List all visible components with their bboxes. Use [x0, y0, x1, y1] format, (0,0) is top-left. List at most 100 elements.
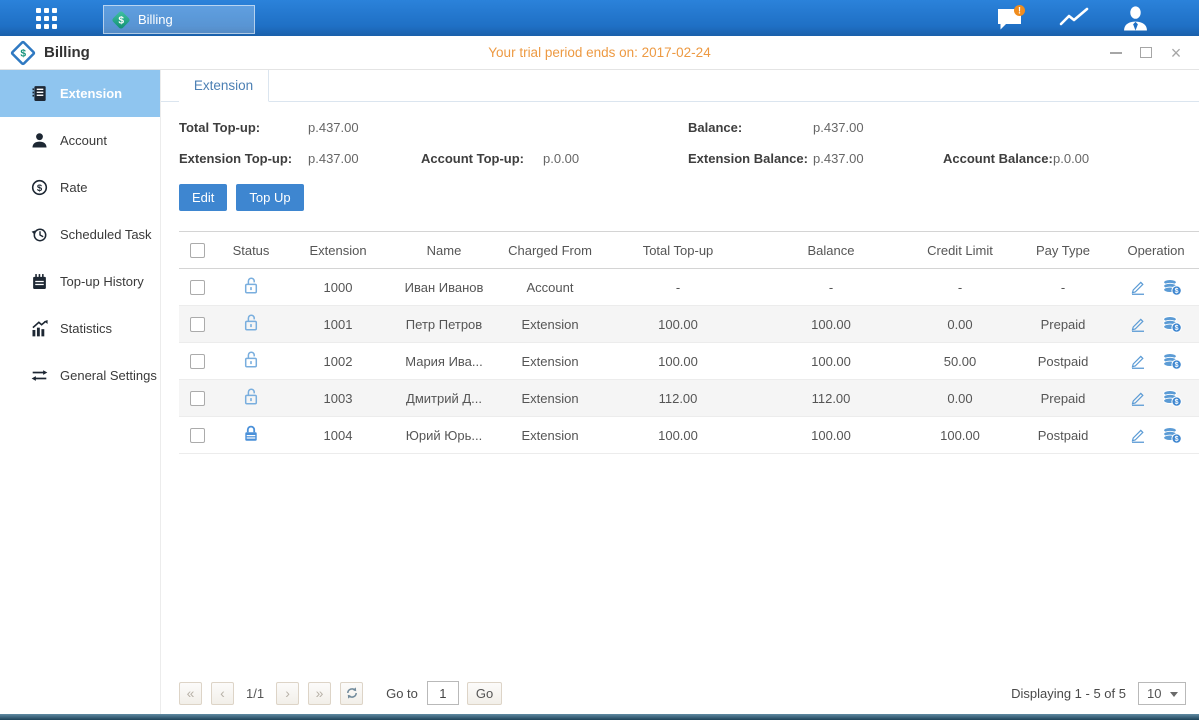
svg-text:$: $: [36, 183, 42, 194]
sidebar-item-rate[interactable]: $ Rate: [0, 164, 160, 211]
table-row: 1002 Мария Ива... Extension 100.00 100.0…: [179, 343, 1199, 380]
close-icon[interactable]: [1169, 46, 1183, 60]
svg-text:!: !: [1018, 5, 1021, 15]
edit-extension-icon[interactable]: [1130, 427, 1146, 444]
cell-name: Юрий Юрь...: [389, 417, 499, 454]
minimize-icon[interactable]: [1109, 46, 1123, 60]
topup-extension-icon[interactable]: $: [1162, 390, 1182, 407]
window-body: Extension Account $ Rate Scheduled Task …: [0, 70, 1199, 714]
sidebar-item-label: Statistics: [60, 321, 112, 336]
go-button[interactable]: Go: [467, 682, 502, 705]
sidebar-item-scheduled-task[interactable]: Scheduled Task: [0, 211, 160, 258]
person-icon: [30, 132, 48, 150]
maximize-icon[interactable]: [1139, 46, 1153, 60]
cell-balance: 100.00: [755, 343, 907, 380]
extension-topup-label: Extension Top-up:: [179, 151, 292, 166]
extension-balance-label: Extension Balance:: [688, 151, 808, 166]
refresh-icon[interactable]: [340, 682, 363, 705]
edit-extension-icon[interactable]: [1130, 279, 1146, 296]
row-checkbox[interactable]: [190, 391, 205, 406]
status-unlocked-icon[interactable]: [242, 276, 260, 295]
sidebar: Extension Account $ Rate Scheduled Task …: [0, 70, 161, 714]
total-topup-value: p.437.00: [308, 120, 359, 135]
chevron-down-icon: [1170, 692, 1178, 697]
edit-extension-icon[interactable]: [1130, 390, 1146, 407]
operation-icons: $: [1114, 427, 1198, 444]
row-checkbox[interactable]: [190, 354, 205, 369]
cell-extension: 1000: [287, 269, 389, 306]
table-row: 1000 Иван Иванов Account - - - -: [179, 269, 1199, 306]
cell-pay-type: Prepaid: [1013, 380, 1113, 417]
window-titlebar: Billing Your trial period ends on: 2017-…: [0, 36, 1199, 70]
next-page-icon[interactable]: [276, 682, 299, 705]
row-checkbox[interactable]: [190, 280, 205, 295]
status-locked-icon[interactable]: [242, 424, 260, 443]
messages-icon[interactable]: !: [996, 5, 1026, 32]
window-controls: [1109, 46, 1183, 60]
topup-extension-icon[interactable]: $: [1162, 427, 1182, 444]
cell-credit-limit: 100.00: [907, 417, 1013, 454]
cell-extension: 1001: [287, 306, 389, 343]
edit-extension-icon[interactable]: [1130, 316, 1146, 333]
svg-text:$: $: [1175, 436, 1179, 443]
sidebar-item-label: Scheduled Task: [60, 227, 152, 242]
cell-credit-limit: 0.00: [907, 306, 1013, 343]
first-page-icon[interactable]: [179, 682, 202, 705]
balance-summary: Total Top-up: p.437.00 Balance: p.437.00…: [161, 102, 1199, 178]
operation-icons: $: [1114, 316, 1198, 333]
ledger-icon: [30, 85, 48, 103]
sidebar-item-label: General Settings: [60, 368, 157, 383]
sidebar-item-account[interactable]: Account: [0, 117, 160, 164]
statistics-chart-icon[interactable]: [1059, 6, 1089, 30]
app-menu-icon[interactable]: [36, 8, 57, 29]
goto-page-input[interactable]: [427, 681, 459, 705]
previous-page-icon[interactable]: [211, 682, 234, 705]
select-all-checkbox[interactable]: [190, 243, 205, 258]
topup-extension-icon[interactable]: $: [1162, 279, 1182, 296]
bar-chart-icon: [30, 320, 48, 338]
user-account-icon[interactable]: [1122, 5, 1149, 32]
sidebar-item-label: Extension: [60, 86, 122, 101]
table-row: 1001 Петр Петров Extension 100.00 100.00…: [179, 306, 1199, 343]
cell-pay-type: Postpaid: [1013, 417, 1113, 454]
last-page-icon[interactable]: [308, 682, 331, 705]
row-checkbox[interactable]: [190, 317, 205, 332]
top-up-button[interactable]: Top Up: [236, 184, 303, 211]
sidebar-item-label: Top-up History: [60, 274, 144, 289]
topup-extension-icon[interactable]: $: [1162, 353, 1182, 370]
cell-extension: 1004: [287, 417, 389, 454]
tab-extension[interactable]: Extension: [179, 70, 269, 102]
sidebar-item-extension[interactable]: Extension: [0, 70, 160, 117]
column-header-operation: Operation: [1113, 232, 1199, 269]
sidebar-item-statistics[interactable]: Statistics: [0, 305, 160, 352]
svg-text:$: $: [1175, 399, 1179, 406]
topup-extension-icon[interactable]: $: [1162, 316, 1182, 333]
status-unlocked-icon[interactable]: [242, 313, 260, 332]
page-indicator: 1/1: [246, 686, 264, 701]
extension-balance-value: p.437.00: [813, 151, 864, 166]
edit-extension-icon[interactable]: [1130, 353, 1146, 370]
column-header-status: Status: [215, 232, 287, 269]
taskbar-tab-label: Billing: [138, 12, 173, 27]
sidebar-item-general-settings[interactable]: General Settings: [0, 352, 160, 399]
notebook-icon: [30, 273, 48, 291]
cell-total-topup: 100.00: [601, 343, 755, 380]
operation-icons: $: [1114, 390, 1198, 407]
taskbar-billing-tab[interactable]: Billing: [103, 5, 255, 34]
page-size-select[interactable]: 10: [1138, 682, 1186, 705]
table-row: 1004 Юрий Юрь... Extension 100.00 100.00…: [179, 417, 1199, 454]
row-checkbox[interactable]: [190, 428, 205, 443]
status-unlocked-icon[interactable]: [242, 387, 260, 406]
status-unlocked-icon[interactable]: [242, 350, 260, 369]
goto-label: Go to: [386, 686, 418, 701]
billing-window-icon: [10, 39, 36, 65]
sidebar-item-topup-history[interactable]: Top-up History: [0, 258, 160, 305]
cell-credit-limit: 0.00: [907, 380, 1013, 417]
cell-total-topup: -: [601, 269, 755, 306]
clock-history-icon: [30, 226, 48, 244]
account-balance-value: p.0.00: [1053, 151, 1089, 166]
cell-balance: 112.00: [755, 380, 907, 417]
column-header-name: Name: [389, 232, 499, 269]
edit-button[interactable]: Edit: [179, 184, 227, 211]
total-topup-label: Total Top-up:: [179, 120, 260, 135]
